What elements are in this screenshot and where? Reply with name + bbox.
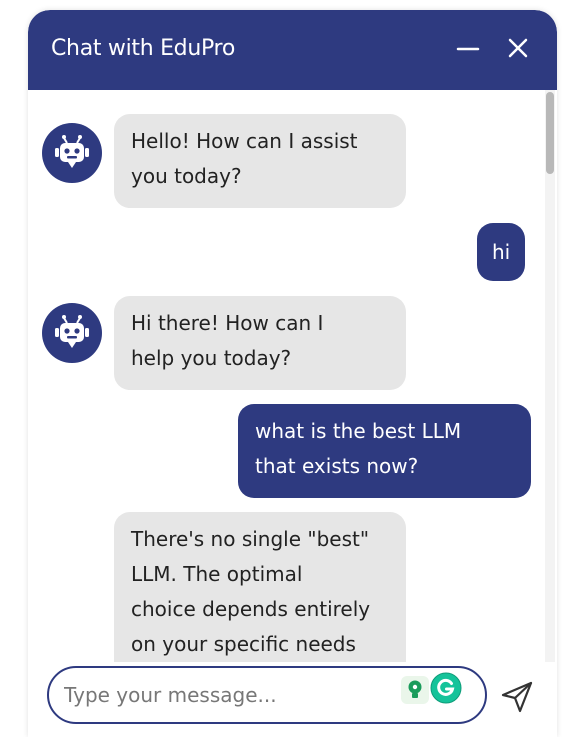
send-button[interactable] — [497, 676, 537, 716]
minimize-icon — [456, 47, 480, 51]
message-scrollbar[interactable] — [545, 90, 555, 662]
close-button[interactable] — [502, 32, 534, 64]
robot-icon — [55, 315, 89, 348]
bot-avatar — [42, 303, 102, 363]
bot-message: There's no single "best" LLM. The optima… — [114, 512, 406, 662]
chat-window: Chat with EduPro Hello! How can I assist… — [28, 10, 557, 737]
message-list[interactable]: Hello! How can I assist you today? hi Hi… — [28, 90, 557, 662]
composer — [28, 662, 557, 737]
chat-title: Chat with EduPro — [51, 36, 235, 61]
bot-message: Hello! How can I assist you today? — [114, 114, 406, 208]
user-message: hi — [477, 223, 526, 281]
minimize-button[interactable] — [452, 32, 484, 64]
lightbulb-icon[interactable] — [401, 676, 429, 704]
bot-avatar — [42, 123, 102, 183]
close-icon — [508, 38, 528, 58]
robot-icon — [55, 135, 89, 168]
user-message: what is the best LLM that exists now? — [238, 404, 531, 498]
chat-header: Chat with EduPro — [28, 10, 557, 90]
bot-message: Hi there! How can I help you today? — [114, 296, 406, 390]
send-icon — [501, 681, 533, 713]
grammarly-icon[interactable] — [430, 672, 462, 704]
scrollbar-thumb[interactable] — [546, 92, 554, 174]
